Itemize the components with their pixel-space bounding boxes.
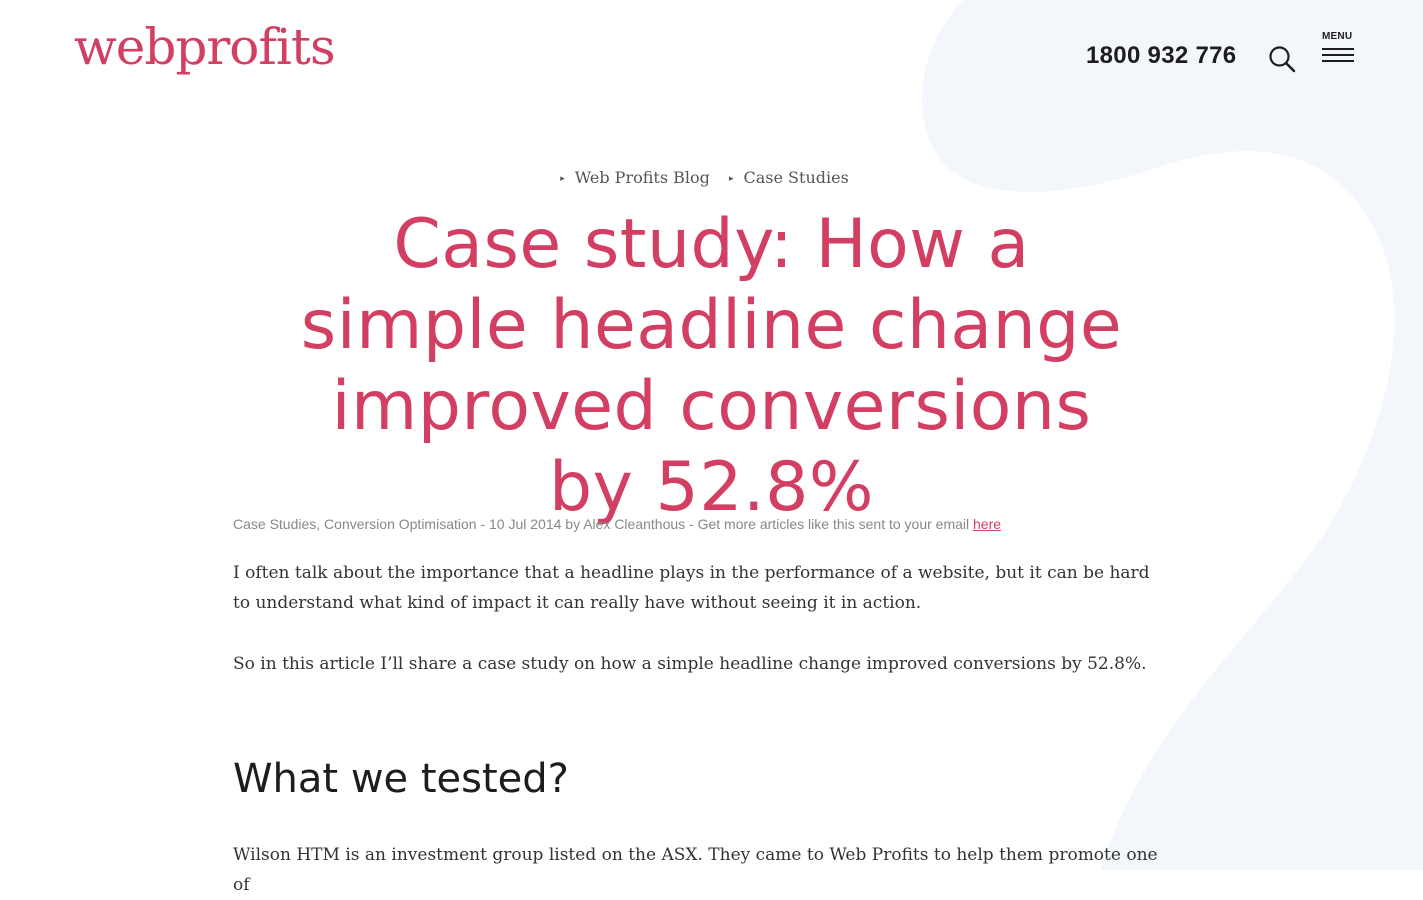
article-paragraph: I often talk about the importance that a… <box>233 563 1150 613</box>
menu-button[interactable]: MENU <box>1322 32 1356 68</box>
site-header: webprofits 1800 932 776 MENU <box>0 0 1423 110</box>
article-categories[interactable]: Case Studies, Conversion Optimisation <box>233 516 477 532</box>
section-heading: What we tested? <box>233 756 569 802</box>
article-title: Case study: How a simple headline change… <box>300 205 1123 527</box>
phone-number[interactable]: 1800 932 776 <box>1086 42 1236 70</box>
article-paragraph: Wilson HTM is an investment group listed… <box>233 845 1158 895</box>
hamburger-icon <box>1322 48 1356 62</box>
article-date-author: - 10 Jul 2014 by Alex Cleanthous - Get m… <box>476 516 974 532</box>
breadcrumb-item-blog[interactable]: Web Profits Blog <box>575 168 710 187</box>
breadcrumb: ▸ Web Profits Blog ▸ Case Studies <box>0 168 1423 187</box>
search-icon[interactable] <box>1268 45 1296 73</box>
article-meta: Case Studies, Conversion Optimisation - … <box>233 516 1193 532</box>
subscribe-link[interactable]: here <box>973 516 1001 532</box>
breadcrumb-item-case-studies[interactable]: Case Studies <box>744 168 849 187</box>
breadcrumb-arrow-icon: ▸ <box>560 174 565 184</box>
breadcrumb-arrow-icon: ▸ <box>728 174 734 184</box>
menu-label: MENU <box>1322 31 1353 42</box>
article-paragraph: So in this article I’ll share a case stu… <box>233 654 1147 674</box>
site-logo[interactable]: webprofits <box>74 22 336 72</box>
